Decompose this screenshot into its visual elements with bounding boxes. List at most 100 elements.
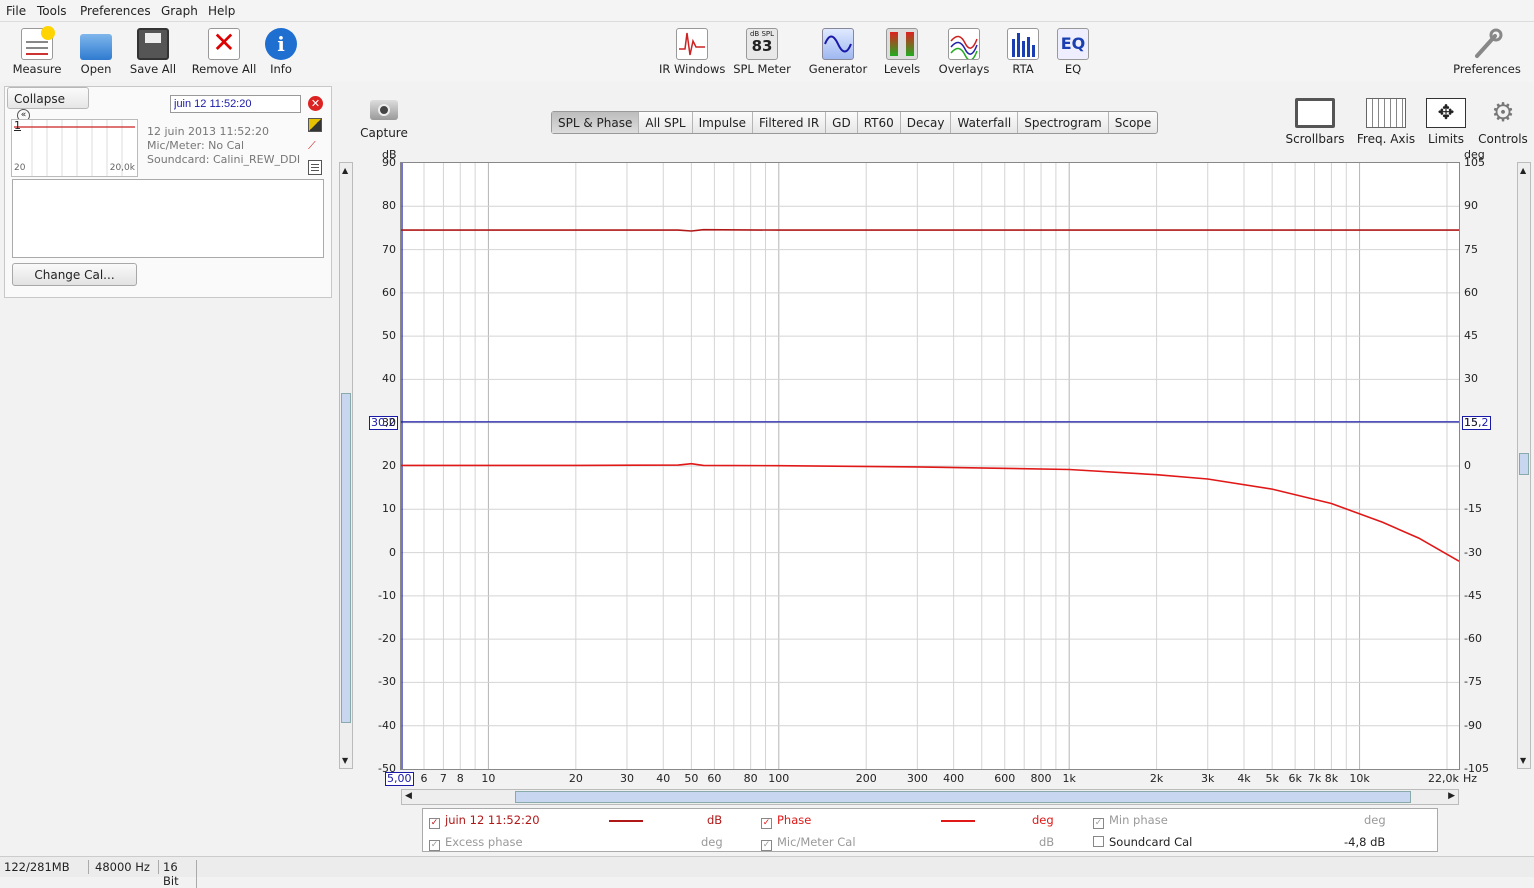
scroll-thumb[interactable] bbox=[341, 393, 351, 723]
tab-spectrogram[interactable]: Spectrogram bbox=[1018, 112, 1109, 133]
collapse-button[interactable]: Collapse « bbox=[7, 87, 89, 122]
horizontal-scrollbar[interactable]: ◀ ▶ bbox=[401, 789, 1459, 805]
measure-button[interactable]: Measure bbox=[10, 26, 64, 76]
right-axis-tick-label: 60 bbox=[1464, 285, 1478, 299]
scroll-left-icon[interactable]: ◀ bbox=[405, 791, 412, 801]
thumbnail-x-end: 20,0k bbox=[109, 163, 135, 173]
tab-filtered-ir[interactable]: Filtered IR bbox=[753, 112, 827, 133]
inverted-icon[interactable]: ⟋ bbox=[308, 139, 322, 153]
left-axis-tick-label: -40 bbox=[378, 718, 396, 732]
right-axis-tick-label: -90 bbox=[1464, 718, 1482, 732]
legend-item-soundcard-cal[interactable]: Soundcard Cal bbox=[1093, 835, 1192, 849]
measurement-soundcard: Soundcard: Calini_REW_DDI bbox=[147, 153, 301, 166]
spl-trace bbox=[401, 228, 1459, 232]
legend-item-excess-phase[interactable]: ✓ Excess phase bbox=[429, 835, 523, 851]
rta-button[interactable]: RTA bbox=[1004, 28, 1042, 76]
generator-button[interactable]: Generator bbox=[807, 28, 869, 76]
change-cal-button[interactable]: Change Cal... bbox=[12, 263, 137, 286]
levels-button[interactable]: Levels bbox=[880, 28, 924, 76]
edit-colour-icon[interactable] bbox=[308, 118, 322, 132]
scroll-up-icon[interactable]: ▲ bbox=[342, 166, 348, 175]
legend-item-min-phase[interactable]: ✓ Min phase bbox=[1093, 813, 1168, 829]
tab-scope[interactable]: Scope bbox=[1109, 112, 1158, 133]
limits-button[interactable]: ✥ Limits bbox=[1424, 98, 1468, 146]
menu-file[interactable]: File bbox=[6, 4, 26, 18]
legend-unit-mic-meter-cal: dB bbox=[1039, 835, 1055, 849]
checkbox[interactable]: ✓ bbox=[429, 840, 440, 851]
checkbox[interactable]: ✓ bbox=[761, 840, 772, 851]
scroll-down-icon[interactable]: ▼ bbox=[342, 756, 348, 765]
eq-button[interactable]: EQ EQ bbox=[1054, 28, 1092, 76]
rta-icon bbox=[1007, 28, 1039, 60]
x-axis-tick-label: 60 bbox=[707, 772, 722, 785]
right-axis-tick-label: -30 bbox=[1464, 545, 1482, 559]
folder-open-icon bbox=[80, 34, 112, 60]
bit-depth: 16 Bit bbox=[163, 860, 197, 888]
checkbox[interactable]: ✓ bbox=[429, 818, 440, 829]
tab-decay[interactable]: Decay bbox=[901, 112, 952, 133]
info-icon: i bbox=[265, 28, 297, 60]
scroll-down-icon[interactable]: ▼ bbox=[1520, 756, 1526, 765]
preferences-button[interactable]: Preferences bbox=[1450, 28, 1524, 76]
scroll-thumb[interactable] bbox=[1519, 453, 1529, 475]
freq-axis-button[interactable]: Freq. Axis bbox=[1355, 98, 1417, 146]
menu-preferences[interactable]: Preferences bbox=[80, 4, 151, 18]
left-axis-tick-label: 60 bbox=[382, 285, 396, 299]
scroll-thumb[interactable] bbox=[515, 791, 1411, 803]
left-axis-tick-label: -20 bbox=[378, 632, 396, 646]
wrench-icon bbox=[1471, 28, 1503, 60]
levels-icon bbox=[886, 28, 918, 60]
ir-windows-button[interactable]: IR Windows bbox=[659, 28, 725, 76]
controls-button[interactable]: ⚙ Controls bbox=[1476, 98, 1530, 146]
left-axis-tick-label: -50 bbox=[378, 762, 396, 775]
right-axis-tick-label: -15 bbox=[1464, 502, 1482, 516]
generator-icon bbox=[822, 28, 854, 60]
graph-legend: ✓ juin 12 11:52:20 dB ✓ Phase deg ✓ Min pha… bbox=[422, 808, 1438, 852]
thumbnail-x-start: 20 bbox=[14, 163, 26, 173]
tab-impulse[interactable]: Impulse bbox=[693, 112, 754, 133]
tab-all-spl[interactable]: All SPL bbox=[639, 112, 693, 133]
measurement-name-field[interactable] bbox=[170, 95, 301, 113]
measurement-thumbnail[interactable]: 1 20 20,0k bbox=[11, 119, 138, 177]
legend-item-phase[interactable]: ✓ Phase bbox=[761, 813, 811, 829]
legend-soundcard-cal-value: -4,8 dB bbox=[1344, 835, 1386, 849]
right-axis-tick-label: 75 bbox=[1464, 242, 1478, 256]
left-axis-tick-label: 90 bbox=[382, 156, 396, 169]
tab-spl-phase[interactable]: SPL & Phase bbox=[552, 112, 640, 133]
gear-icon: ⚙ bbox=[1491, 98, 1515, 128]
left-vertical-scrollbar[interactable]: ▲ ▼ bbox=[339, 162, 353, 769]
x-axis-tick-label: 800 bbox=[1030, 772, 1052, 785]
legend-item-measurement[interactable]: ✓ juin 12 11:52:20 bbox=[429, 813, 540, 829]
remove-measurement-icon[interactable]: ✕ bbox=[308, 96, 323, 111]
x-axis-tick-label: 80 bbox=[743, 772, 758, 785]
x-axis-tick-label: 10k bbox=[1349, 772, 1370, 785]
right-vertical-scrollbar[interactable]: ▲ ▼ bbox=[1517, 162, 1531, 769]
x-axis-tick-label: 6 bbox=[420, 772, 428, 785]
legend-swatch-measurement bbox=[609, 820, 643, 822]
legend-unit-phase: deg bbox=[1032, 813, 1054, 827]
scroll-up-icon[interactable]: ▲ bbox=[1520, 166, 1526, 175]
tab-rt60[interactable]: RT60 bbox=[858, 112, 901, 133]
menu-help[interactable]: Help bbox=[208, 4, 235, 18]
notes-icon[interactable] bbox=[308, 160, 322, 175]
scroll-right-icon[interactable]: ▶ bbox=[1448, 791, 1455, 801]
measurement-notes[interactable] bbox=[12, 179, 324, 258]
measurement-panel: Collapse « ✕ 1 20 20,0k 12 juin 2013 11:… bbox=[4, 86, 332, 298]
capture-button[interactable]: Capture bbox=[358, 100, 410, 140]
tab-gd[interactable]: GD bbox=[826, 112, 858, 133]
legend-item-mic-meter-cal[interactable]: ✓ Mic/Meter Cal bbox=[761, 835, 856, 851]
scrollbars-button[interactable]: Scrollbars bbox=[1284, 98, 1346, 146]
checkbox[interactable]: ✓ bbox=[761, 818, 772, 829]
checkbox[interactable] bbox=[1093, 836, 1104, 847]
menu-tools[interactable]: Tools bbox=[37, 4, 67, 18]
graph-area[interactable] bbox=[400, 162, 1460, 770]
remove-all-button[interactable]: ✕ Remove All bbox=[190, 28, 258, 76]
tab-waterfall[interactable]: Waterfall bbox=[951, 112, 1019, 133]
open-button[interactable]: Open bbox=[72, 28, 120, 76]
info-button[interactable]: i Info bbox=[262, 28, 300, 76]
save-all-button[interactable]: Save All bbox=[127, 28, 179, 76]
overlays-button[interactable]: Overlays bbox=[936, 28, 992, 76]
menu-graph[interactable]: Graph bbox=[161, 4, 198, 18]
spl-meter-button[interactable]: dB SPL 83 SPL Meter bbox=[731, 28, 793, 76]
checkbox[interactable]: ✓ bbox=[1093, 818, 1104, 829]
